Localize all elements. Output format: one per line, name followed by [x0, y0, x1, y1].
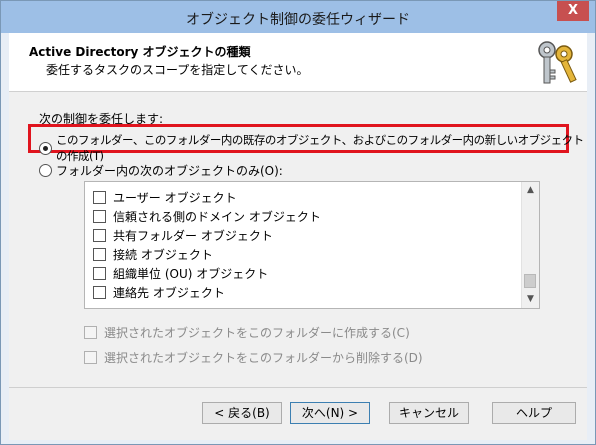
window-title: オブジェクト制御の委任ウィザード: [186, 12, 410, 28]
radio-only-following-label: フォルダー内の次のオブジェクトのみ(O):: [56, 164, 283, 178]
checkbox-disabled[interactable]: [84, 326, 97, 339]
header-subtitle: 委任するタスクのスコープを指定してください。: [46, 63, 309, 77]
radio-button[interactable]: [39, 164, 52, 177]
radio-all-objects[interactable]: このフォルダー、このフォルダー内の既存のオブジェクト、およびこのフォルダー内の新…: [39, 132, 587, 164]
create-option-label: 選択されたオブジェクトをこのフォルダーに作成する(C): [104, 326, 410, 340]
create-option[interactable]: 選択されたオブジェクトをこのフォルダーに作成する(C): [84, 324, 410, 341]
cancel-button[interactable]: キャンセル: [389, 402, 469, 424]
checkbox[interactable]: [93, 267, 106, 280]
checkbox[interactable]: [93, 210, 106, 223]
list-scrollbar[interactable]: ▲ ▼: [521, 182, 539, 308]
checkbox[interactable]: [93, 191, 106, 204]
list-item[interactable]: 組織単位 (OU) オブジェクト: [93, 265, 268, 282]
list-item[interactable]: 接続 オブジェクト: [93, 246, 213, 263]
title-bar: オブジェクト制御の委任ウィザード X: [1, 1, 595, 33]
object-type-list[interactable]: ユーザー オブジェクト 信頼される側のドメイン オブジェクト 共有フォルダー オ…: [84, 181, 540, 309]
wizard-content: 次の制御を委任します: このフォルダー、このフォルダー内の既存のオブジェクト、お…: [9, 92, 587, 387]
delete-option-label: 選択されたオブジェクトをこのフォルダーから削除する(D): [104, 351, 423, 365]
checkbox-disabled[interactable]: [84, 351, 97, 364]
list-item-label: 接続 オブジェクト: [113, 248, 213, 262]
back-button[interactable]: < 戻る(B): [202, 402, 282, 424]
list-item[interactable]: 共有フォルダー オブジェクト: [93, 227, 273, 244]
list-item-label: 組織単位 (OU) オブジェクト: [113, 267, 269, 281]
wizard-footer: < 戻る(B) 次へ(N) > キャンセル ヘルプ: [9, 387, 587, 440]
delete-option[interactable]: 選択されたオブジェクトをこのフォルダーから削除する(D): [84, 349, 423, 366]
checkbox[interactable]: [93, 248, 106, 261]
list-item-label: 連絡先 オブジェクト: [113, 286, 225, 300]
list-item[interactable]: 信頼される側のドメイン オブジェクト: [93, 208, 321, 225]
wizard-window: オブジェクト制御の委任ウィザード X Active Directory オブジェ…: [0, 0, 596, 445]
keys-icon: [538, 41, 577, 84]
next-button[interactable]: 次へ(N) >: [290, 402, 370, 424]
list-item-label: ユーザー オブジェクト: [113, 191, 237, 205]
help-button[interactable]: ヘルプ: [492, 402, 576, 424]
list-item-label: 共有フォルダー オブジェクト: [113, 229, 273, 243]
list-item[interactable]: 連絡先 オブジェクト: [93, 284, 225, 301]
radio-only-following[interactable]: フォルダー内の次のオブジェクトのみ(O):: [39, 162, 283, 179]
close-button[interactable]: X: [557, 1, 589, 21]
scroll-up-icon[interactable]: ▲: [522, 182, 539, 199]
radio-all-objects-label: このフォルダー、このフォルダー内の既存のオブジェクト、およびこのフォルダー内の新…: [56, 133, 584, 163]
checkbox[interactable]: [93, 286, 106, 299]
scroll-thumb[interactable]: [524, 274, 536, 288]
scroll-down-icon[interactable]: ▼: [522, 291, 539, 308]
header-title: Active Directory オブジェクトの種類: [29, 45, 251, 59]
wizard-header: Active Directory オブジェクトの種類 委任するタスクのスコープを…: [9, 33, 587, 92]
list-item[interactable]: ユーザー オブジェクト: [93, 189, 237, 206]
list-item-label: 信頼される側のドメイン オブジェクト: [113, 210, 321, 224]
radio-button-checked[interactable]: [39, 141, 52, 155]
checkbox[interactable]: [93, 229, 106, 242]
